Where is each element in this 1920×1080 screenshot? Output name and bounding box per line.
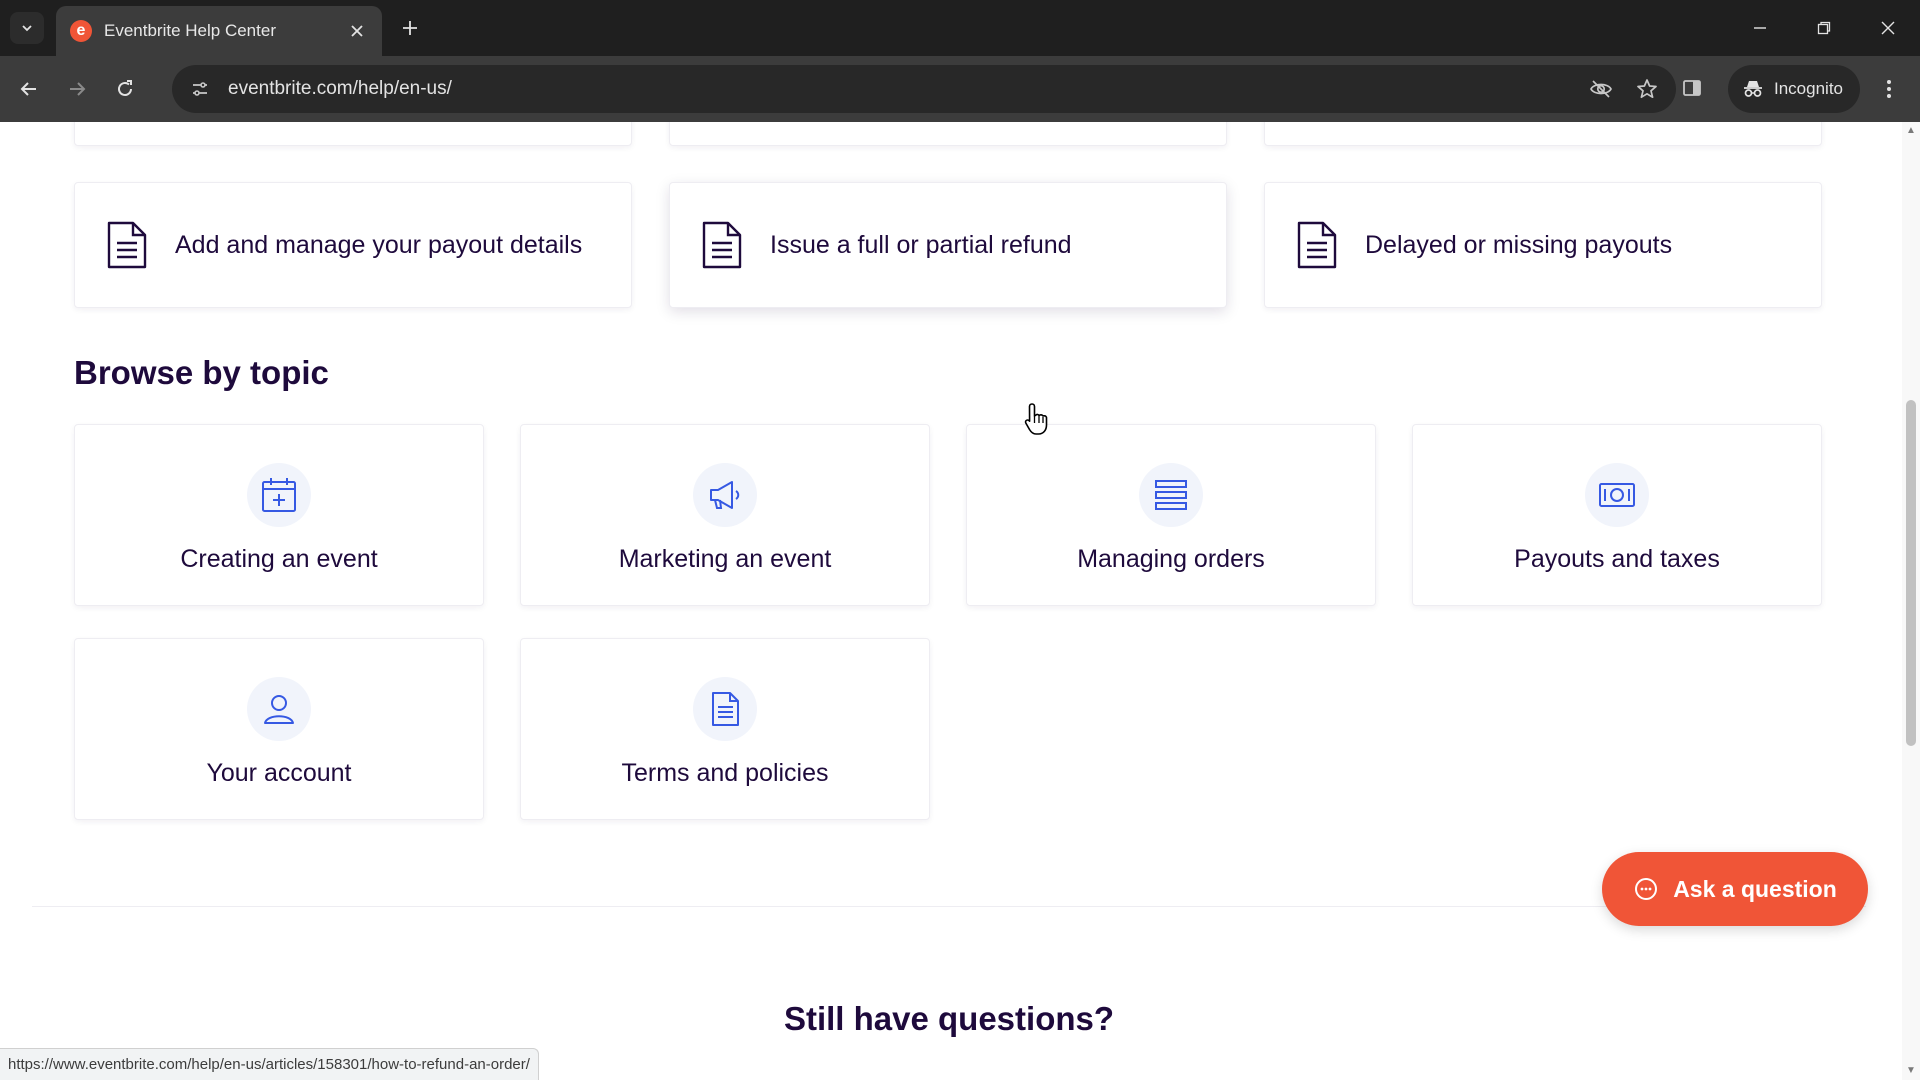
- article-title[interactable]: Delayed or missing payouts: [1365, 231, 1672, 260]
- arrow-left-icon: [20, 82, 36, 96]
- article-title[interactable]: Issue a full or partial refund: [770, 231, 1072, 260]
- browse-by-topic-heading: Browse by topic: [74, 354, 329, 391]
- scroll-up-arrow-icon[interactable]: ▲: [1906, 126, 1916, 136]
- reload-icon: [118, 80, 132, 96]
- user-icon: [264, 695, 294, 724]
- calendar-plus-icon: [262, 478, 296, 512]
- page-scrollbar[interactable]: ▲ ▼: [1902, 122, 1920, 1080]
- ask-question-button[interactable]: Ask a question: [1602, 852, 1868, 926]
- eventbrite-favicon-icon: e: [70, 20, 92, 42]
- document-icon: [712, 692, 739, 726]
- scrollbar-thumb[interactable]: [1906, 400, 1916, 746]
- topic-card-creating-event[interactable]: Creating an event: [74, 424, 484, 606]
- address-bar[interactable]: eventbrite.com/help/en-us/: [172, 65, 1676, 113]
- topic-label: Creating an event: [180, 545, 378, 573]
- article-card-delayed-payouts[interactable]: Delayed or missing payouts: [1264, 182, 1822, 308]
- chat-bubble-icon: [1635, 878, 1658, 900]
- status-bar-url: https://www.eventbrite.com/help/en-us/ar…: [0, 1048, 539, 1080]
- plus-icon: [403, 21, 417, 35]
- megaphone-icon: [710, 481, 740, 509]
- topic-card-payouts-taxes[interactable]: Payouts and taxes: [1412, 424, 1822, 606]
- topic-icon-circle: [247, 463, 311, 527]
- topic-icon-circle: [693, 463, 757, 527]
- topic-icon-circle: [1585, 463, 1649, 527]
- topic-label: Marketing an event: [618, 545, 832, 573]
- browser-menu-button[interactable]: [1872, 72, 1906, 106]
- restore-icon: [1817, 21, 1831, 35]
- topic-card-managing-orders[interactable]: Managing orders: [966, 424, 1376, 606]
- tab-close-button[interactable]: [346, 20, 368, 42]
- minimize-button[interactable]: [1728, 0, 1792, 56]
- article-card-payout-details[interactable]: Add and manage your payout details: [74, 182, 632, 308]
- article-title[interactable]: Add and manage your payout details: [175, 231, 582, 260]
- bookmark-star-icon[interactable]: [1632, 74, 1662, 104]
- close-icon: [351, 25, 363, 37]
- article-card-previous-2[interactable]: [669, 122, 1227, 146]
- reload-button[interactable]: [106, 70, 144, 108]
- window-close-button[interactable]: [1856, 0, 1920, 56]
- restore-button[interactable]: [1792, 0, 1856, 56]
- article-card-previous-3[interactable]: [1264, 122, 1822, 146]
- tab-title: Eventbrite Help Center: [104, 21, 276, 40]
- incognito-icon: [1744, 81, 1762, 97]
- tab-search-button[interactable]: [10, 12, 44, 44]
- eye-off-icon[interactable]: [1586, 74, 1616, 104]
- topic-icon-circle: [247, 677, 311, 741]
- topic-icon-circle: [1139, 463, 1203, 527]
- topic-icon-circle: [693, 677, 757, 741]
- browser-tab[interactable]: e Eventbrite Help Center: [56, 6, 382, 56]
- side-panel-icon: [1683, 80, 1701, 96]
- topic-card-marketing-event[interactable]: Marketing an event: [520, 424, 930, 606]
- topic-label: Terms and policies: [621, 759, 829, 787]
- page-viewport: Add and manage your payout details Issue…: [0, 122, 1902, 1080]
- still-have-questions-heading: Still have questions?: [783, 1000, 1115, 1037]
- document-icon: [107, 221, 147, 269]
- list-icon: [1155, 480, 1187, 510]
- topic-card-your-account[interactable]: Your account: [74, 638, 484, 820]
- back-button[interactable]: [10, 70, 48, 108]
- browser-tab-bar: e Eventbrite Help Center: [0, 0, 1920, 56]
- incognito-label: Incognito: [1774, 79, 1843, 98]
- side-panel-button[interactable]: [1674, 70, 1710, 106]
- minimize-icon: [1754, 27, 1766, 29]
- chevron-down-icon: [22, 25, 32, 32]
- topic-label: Your account: [206, 759, 352, 787]
- new-tab-button[interactable]: [396, 14, 424, 42]
- browser-toolbar: eventbrite.com/help/en-us/ Incognito: [0, 56, 1920, 122]
- forward-button[interactable]: [58, 70, 96, 108]
- close-icon: [1881, 21, 1895, 35]
- site-settings-icon[interactable]: [186, 75, 214, 103]
- document-icon: [1297, 221, 1337, 269]
- more-vertical-icon: [1887, 80, 1891, 98]
- url-text[interactable]: eventbrite.com/help/en-us/: [228, 78, 1586, 100]
- money-icon: [1599, 483, 1635, 507]
- document-icon: [702, 221, 742, 269]
- section-divider: [32, 906, 1866, 907]
- pointer-cursor-icon: [1024, 403, 1048, 435]
- topic-label: Payouts and taxes: [1514, 545, 1720, 573]
- topic-card-terms-policies[interactable]: Terms and policies: [520, 638, 930, 820]
- scroll-down-arrow-icon[interactable]: ▼: [1906, 1066, 1916, 1076]
- window-controls: [1728, 0, 1920, 56]
- incognito-badge[interactable]: Incognito: [1728, 65, 1860, 113]
- article-card-previous-1[interactable]: [74, 122, 632, 146]
- article-card-refund[interactable]: Issue a full or partial refund: [669, 182, 1227, 308]
- ask-question-label: Ask a question: [1673, 875, 1837, 902]
- topic-label: Managing orders: [1077, 545, 1265, 573]
- arrow-right-icon: [70, 82, 86, 96]
